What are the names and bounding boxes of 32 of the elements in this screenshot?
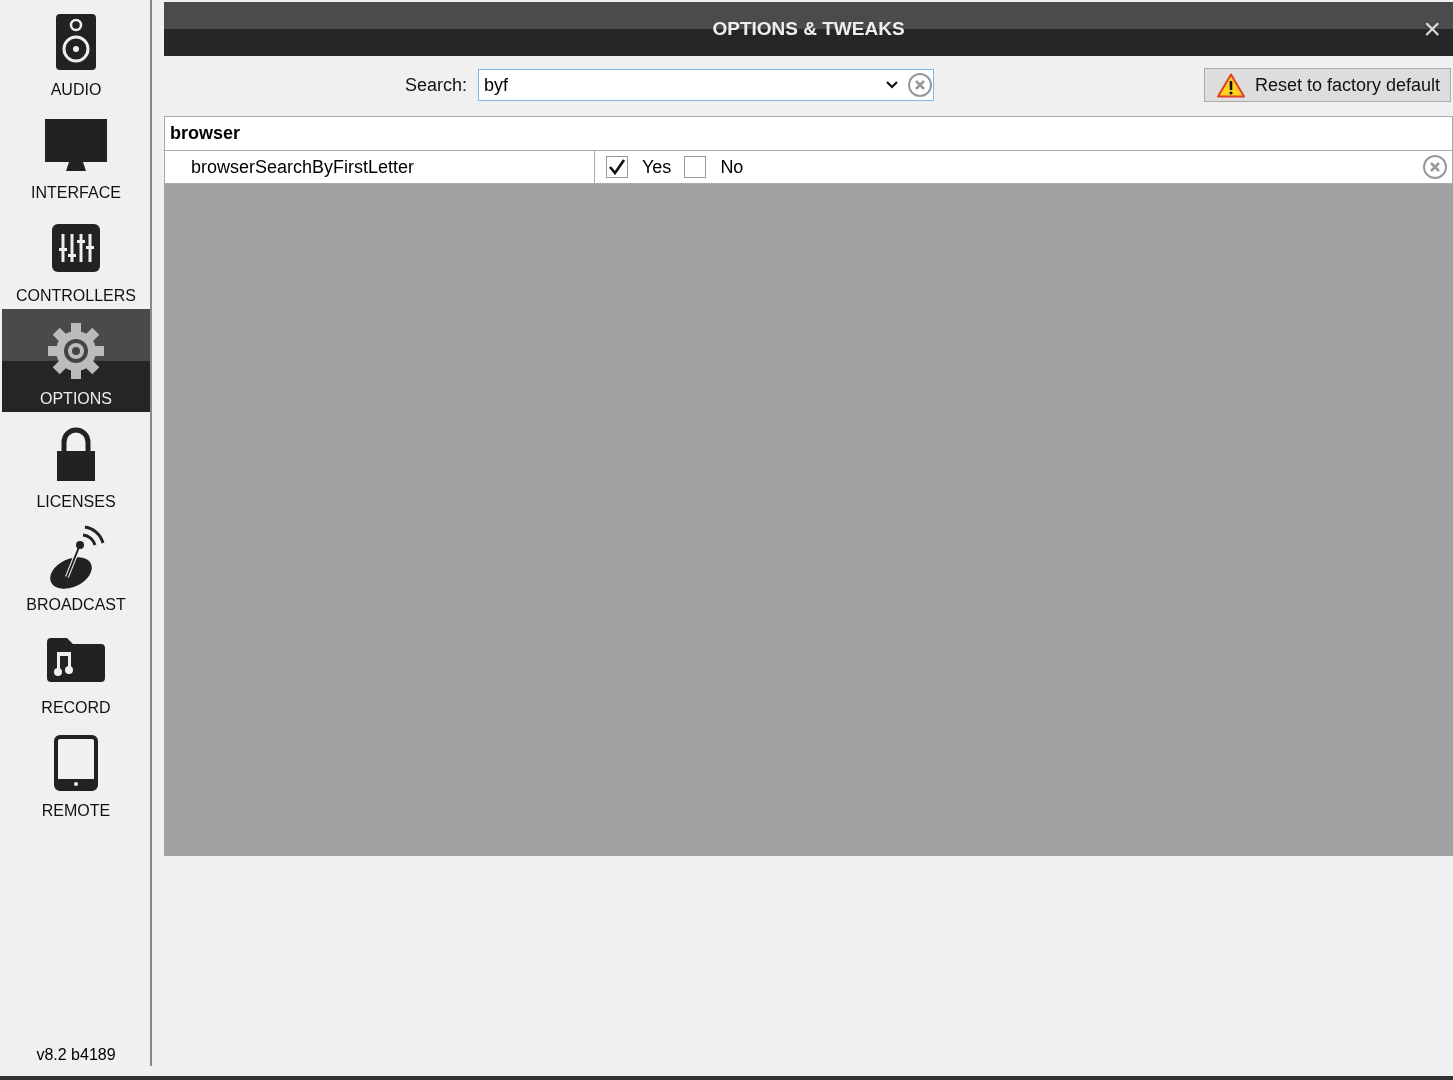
window-title: OPTIONS & TWEAKS bbox=[712, 18, 905, 40]
sidebar-item[interactable]: AUDIO bbox=[2, 0, 150, 103]
monitor-icon bbox=[45, 119, 107, 171]
reset-button[interactable]: Reset to factory default bbox=[1203, 68, 1451, 102]
tablet-icon bbox=[54, 735, 98, 791]
search-field[interactable]: byf bbox=[478, 69, 935, 101]
warning-icon bbox=[1216, 72, 1245, 98]
close-button[interactable]: × bbox=[1423, 14, 1441, 44]
padlock-icon bbox=[57, 427, 95, 481]
sidebar-item[interactable]: CONTROLLERS bbox=[2, 206, 150, 309]
sidebar-item[interactable]: INTERFACE bbox=[2, 103, 150, 206]
checkbox[interactable] bbox=[684, 156, 707, 178]
group-header: browser bbox=[164, 116, 1453, 150]
version-label: v8.2 b4189 bbox=[36, 1046, 116, 1063]
sliders-icon bbox=[52, 224, 100, 272]
sidebar-item[interactable]: LICENSES bbox=[2, 412, 150, 515]
speaker-icon bbox=[56, 14, 96, 70]
option-label: No bbox=[720, 156, 744, 178]
sidebar-item[interactable]: REMOTE bbox=[2, 721, 150, 824]
satellite-dish-icon bbox=[47, 525, 105, 589]
music-folder-icon bbox=[47, 638, 105, 682]
clear-search-icon[interactable] bbox=[907, 72, 934, 98]
sidebar-item[interactable]: OPTIONS bbox=[2, 309, 150, 412]
search-label: Search: bbox=[405, 74, 468, 96]
option-label: Yes bbox=[642, 156, 672, 178]
setting-name: browserSearchByFirstLetter bbox=[165, 151, 595, 183]
checkbox[interactable] bbox=[606, 156, 628, 178]
clear-setting-icon[interactable] bbox=[1422, 154, 1448, 180]
gear-icon bbox=[48, 323, 104, 379]
chevron-down-icon[interactable] bbox=[885, 80, 900, 90]
sidebar-item[interactable]: RECORD bbox=[2, 618, 150, 721]
sidebar-item[interactable]: BROADCAST bbox=[2, 515, 150, 618]
